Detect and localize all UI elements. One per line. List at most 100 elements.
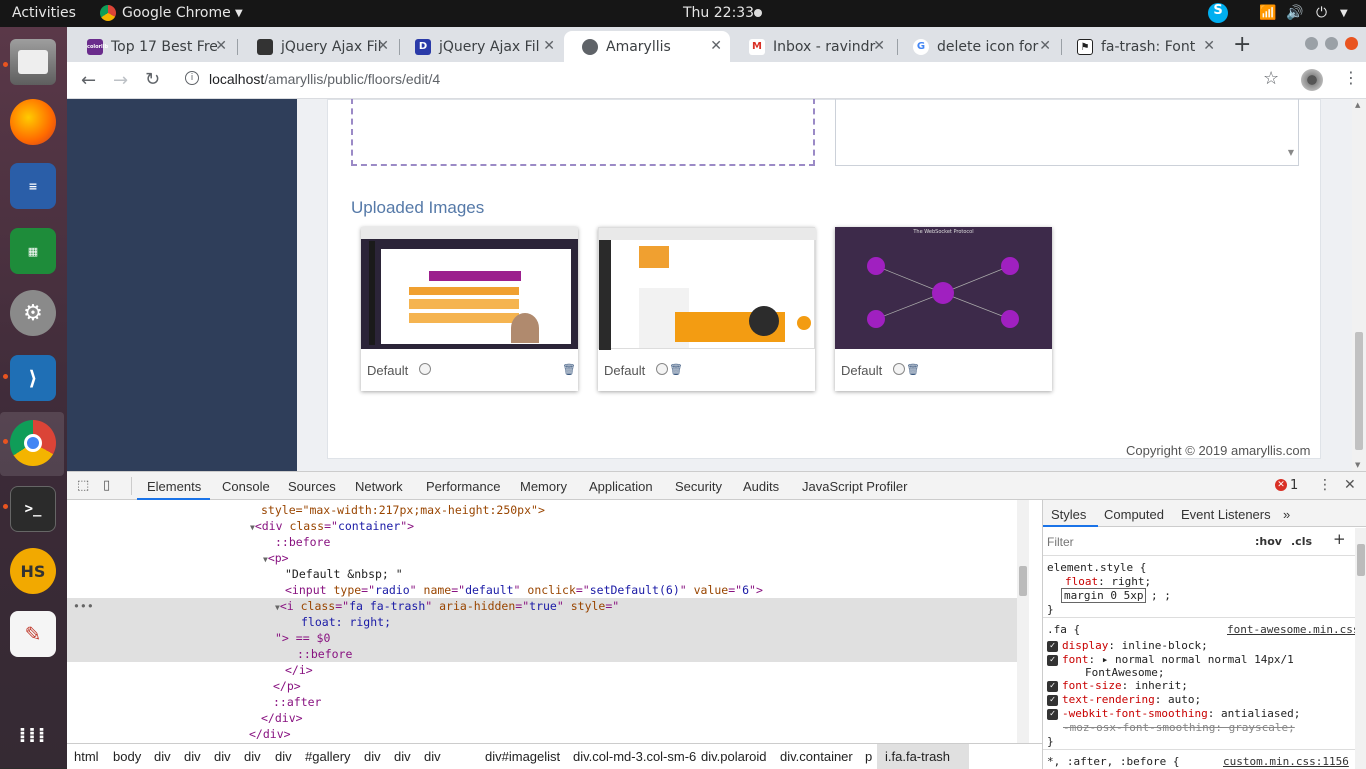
dropzone[interactable] <box>351 99 815 166</box>
info-icon[interactable]: i <box>185 71 199 85</box>
fa-selector[interactable]: .fa { <box>1047 623 1080 636</box>
terminal-icon[interactable]: >_ <box>10 486 56 532</box>
skype-icon[interactable]: S <box>1208 3 1228 23</box>
tab-computed[interactable]: Computed <box>1104 507 1164 522</box>
image-thumbnail[interactable] <box>361 227 578 349</box>
breadcrumb-item[interactable]: div <box>275 749 292 764</box>
minimize-icon[interactable] <box>1305 37 1318 50</box>
css-declaration-overridden[interactable]: -moz-osx-font-smoothing: grayscale; <box>1063 721 1295 734</box>
tab-event-listeners[interactable]: Event Listeners <box>1181 507 1271 522</box>
clock[interactable]: Thu 22:33 <box>683 5 754 21</box>
settings-icon[interactable]: ⚙ <box>10 290 56 336</box>
bookmark-star-icon[interactable]: ☆ <box>1263 68 1279 89</box>
image-thumbnail[interactable]: The WebSocket Protocol <box>835 227 1052 349</box>
more-tabs-icon[interactable]: » <box>1283 507 1290 522</box>
close-tab-icon[interactable]: ✕ <box>1039 38 1051 54</box>
css-declaration[interactable]: ✓ font-size: inherit; <box>1047 679 1188 692</box>
close-tab-icon[interactable]: ✕ <box>1203 38 1215 54</box>
system-menu-chevron-icon[interactable]: ▼ <box>1340 8 1348 19</box>
breadcrumb-item[interactable]: html <box>74 749 99 764</box>
volume-icon[interactable]: 🔊 <box>1286 5 1303 21</box>
tab-2[interactable]: D jQuery Ajax Fil ✕ <box>397 31 563 62</box>
tree-line-selected[interactable]: "> == $0 <box>275 630 330 646</box>
tab-javascript-profiler[interactable]: JavaScript Profiler <box>802 479 907 494</box>
breadcrumb-item[interactable]: div#imagelist <box>485 749 560 764</box>
style-edit-input[interactable]: margin 0 5xp <box>1061 588 1147 603</box>
device-toolbar-icon[interactable]: ▯ <box>103 478 110 493</box>
breadcrumb-item[interactable]: #gallery <box>305 749 351 764</box>
trash-icon[interactable]: 🗑 <box>562 363 576 376</box>
close-tab-icon[interactable]: ✕ <box>873 38 885 54</box>
elements-scrollbar[interactable] <box>1017 500 1029 743</box>
styles-filter-input[interactable] <box>1047 533 1247 551</box>
tab-application[interactable]: Application <box>589 479 653 494</box>
wifi-icon[interactable]: 📶 <box>1259 5 1276 21</box>
default-radio[interactable] <box>656 363 668 375</box>
chrome-menu-icon[interactable]: ⋮ <box>1343 68 1359 87</box>
breadcrumb-item[interactable]: div <box>424 749 441 764</box>
trash-icon[interactable]: 🗑 <box>669 363 683 376</box>
styles-scrollbar[interactable] <box>1355 528 1366 769</box>
tree-line[interactable]: "Default &nbsp; " <box>285 566 403 582</box>
tree-line[interactable]: </div> <box>249 726 291 742</box>
writer-icon[interactable]: ≡ <box>10 163 56 209</box>
error-icon[interactable]: ✕ <box>1275 479 1287 491</box>
tab-security[interactable]: Security <box>675 479 722 494</box>
vscode-icon[interactable]: ⟩ <box>10 355 56 401</box>
devtools-close-icon[interactable]: ✕ <box>1344 477 1356 493</box>
tree-line[interactable]: ▼<p> <box>263 550 289 566</box>
heidisql-icon[interactable]: HS <box>10 548 56 594</box>
breadcrumb-item[interactable]: div <box>364 749 381 764</box>
files-icon[interactable] <box>10 39 56 85</box>
description-textarea[interactable]: ▼ <box>835 99 1299 166</box>
hov-toggle[interactable]: :hov <box>1255 535 1282 548</box>
breadcrumb-item[interactable]: p <box>865 749 872 764</box>
breadcrumb-item[interactable]: body <box>113 749 141 764</box>
maximize-icon[interactable] <box>1325 37 1338 50</box>
custom-source-link[interactable]: custom.min.css:1156 <box>1223 755 1349 768</box>
tab-audits[interactable]: Audits <box>743 479 779 494</box>
close-tab-icon[interactable]: ✕ <box>543 38 555 54</box>
universal-selector[interactable]: *, :after, :before { <box>1047 755 1179 768</box>
tree-line[interactable]: ::after <box>273 694 321 710</box>
fa-source-link[interactable]: font-awesome.min.css:4 <box>1227 623 1366 636</box>
profile-avatar[interactable] <box>1301 69 1323 91</box>
close-tab-icon[interactable]: ✕ <box>710 38 722 54</box>
text-editor-icon[interactable]: ✎ <box>10 611 56 657</box>
element-style-selector[interactable]: element.style { <box>1047 561 1146 574</box>
breadcrumb-item[interactable]: div <box>184 749 201 764</box>
new-tab-plus-icon[interactable]: + <box>1233 32 1251 57</box>
breadcrumb-item[interactable]: div <box>154 749 171 764</box>
back-arrow-icon[interactable]: ← <box>81 70 96 91</box>
tab-5[interactable]: G delete icon for ✕ <box>895 31 1059 62</box>
tab-performance[interactable]: Performance <box>426 479 500 494</box>
add-rule-plus-icon[interactable]: + <box>1333 530 1346 548</box>
show-apps-icon[interactable]: ⁞⁞⁞ <box>10 712 56 758</box>
tree-line[interactable]: </i> <box>285 662 313 678</box>
css-declaration[interactable]: ✓ text-rendering: auto; <box>1047 693 1201 706</box>
devtools-menu-icon[interactable]: ⋮ <box>1318 477 1332 493</box>
inspect-element-icon[interactable]: ⬚ <box>77 478 89 493</box>
tab-1[interactable]: jQuery Ajax Fil ✕ <box>239 31 397 62</box>
default-radio[interactable] <box>419 363 431 375</box>
image-thumbnail[interactable] <box>598 227 816 350</box>
breadcrumb-item[interactable]: div.col-md-3.col-sm-6 <box>573 749 696 764</box>
activities-button[interactable]: Activities <box>12 5 76 21</box>
tab-console[interactable]: Console <box>222 479 270 494</box>
breadcrumb-item[interactable]: div.polaroid <box>701 749 767 764</box>
css-declaration[interactable]: ✓ -webkit-font-smoothing: antialiased; <box>1047 707 1300 720</box>
reload-icon[interactable]: ↻ <box>145 69 160 90</box>
tree-line[interactable]: </div> <box>261 710 303 726</box>
page-scrollbar-thumb[interactable] <box>1355 332 1363 450</box>
chrome-dock-icon[interactable] <box>10 420 56 466</box>
close-tab-icon[interactable]: ✕ <box>215 38 227 54</box>
tab-0[interactable]: colorlib Top 17 Best Fre ✕ <box>69 31 235 62</box>
tab-elements[interactable]: Elements <box>147 479 201 494</box>
breadcrumb-item[interactable]: div <box>214 749 231 764</box>
tree-line-selected[interactable]: float: right; <box>301 614 391 630</box>
tab-3-active[interactable]: Amaryllis ✕ <box>564 31 730 62</box>
tree-line[interactable]: <input type="radio" name="default" oncli… <box>285 582 763 598</box>
url-field[interactable]: localhost/amaryllis/public/floors/edit/4 <box>209 71 440 87</box>
tree-line[interactable]: style="max-width:217px;max-height:250px"… <box>261 502 545 518</box>
tree-line[interactable]: ▼<div class="container"> <box>250 518 414 534</box>
